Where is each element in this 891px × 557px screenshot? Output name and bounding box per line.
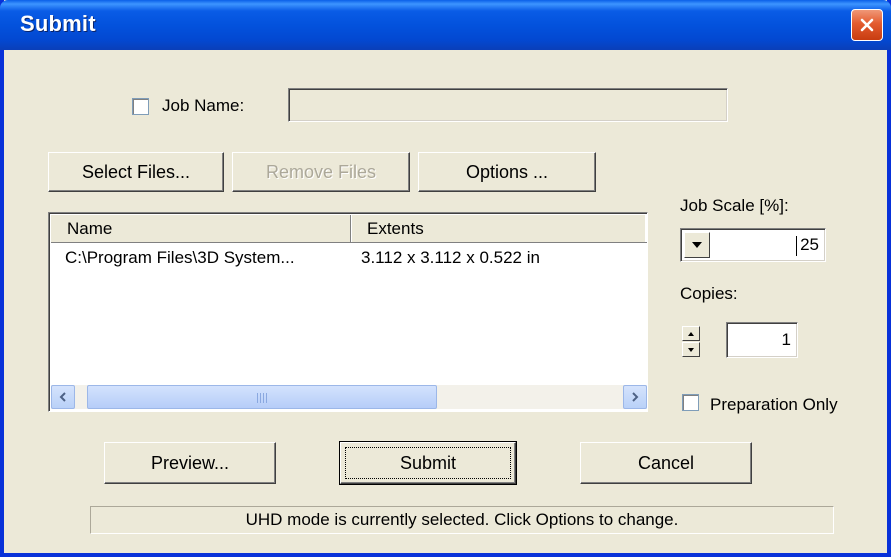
job-name-input[interactable]	[288, 88, 728, 122]
horizontal-scrollbar[interactable]	[51, 385, 647, 409]
preparation-only-label: Preparation Only	[710, 395, 838, 414]
window-title: Submit	[20, 11, 96, 36]
submit-dialog: Submit Job Name: Select Files... Remove …	[0, 0, 891, 557]
scroll-left-button[interactable]	[51, 385, 75, 409]
file-list-header: Name Extents	[51, 215, 647, 243]
copies-value: 1	[781, 330, 791, 349]
column-header-name[interactable]: Name	[51, 215, 351, 243]
cancel-button[interactable]: Cancel	[580, 442, 752, 484]
text-cursor	[796, 236, 797, 256]
column-header-extents[interactable]: Extents	[351, 215, 647, 243]
copies-input[interactable]: 1	[726, 322, 798, 358]
job-scale-combo[interactable]: 25	[680, 228, 826, 262]
status-message: UHD mode is currently selected. Click Op…	[90, 506, 834, 534]
file-list-row[interactable]: C:\Program Files\3D System... 3.112 x 3.…	[51, 245, 647, 271]
scrollbar-thumb[interactable]	[87, 385, 437, 409]
copies-spin-down[interactable]	[682, 342, 700, 357]
scroll-right-button[interactable]	[623, 385, 647, 409]
chevron-down-icon	[692, 242, 702, 248]
submit-button[interactable]: Submit	[339, 441, 517, 485]
file-extents-cell: 3.112 x 3.112 x 0.522 in	[361, 248, 540, 267]
job-scale-value: 25	[800, 235, 819, 254]
close-button[interactable]	[851, 9, 883, 41]
preparation-only-checkbox[interactable]	[682, 394, 699, 411]
focus-rectangle	[345, 447, 511, 479]
file-list[interactable]: Name Extents C:\Program Files\3D System.…	[48, 212, 648, 412]
remove-files-button[interactable]: Remove Files	[232, 152, 410, 192]
title-bar[interactable]: Submit	[0, 0, 891, 50]
job-scale-label: Job Scale [%]:	[680, 196, 789, 215]
select-files-button[interactable]: Select Files...	[48, 152, 224, 192]
scrollbar-grip	[257, 393, 267, 403]
preview-button[interactable]: Preview...	[104, 442, 276, 484]
file-name-cell: C:\Program Files\3D System...	[65, 248, 295, 267]
copies-label: Copies:	[680, 284, 738, 303]
triangle-down-icon	[688, 347, 694, 352]
options-button[interactable]: Options ...	[418, 152, 596, 192]
job-name-checkbox[interactable]	[132, 98, 149, 115]
job-name-label: Job Name:	[162, 96, 245, 115]
chevron-right-icon	[632, 392, 639, 402]
triangle-up-icon	[688, 331, 694, 336]
close-icon	[860, 18, 874, 32]
copies-spin-up[interactable]	[682, 326, 700, 341]
chevron-left-icon	[59, 392, 66, 402]
job-scale-dropdown-button[interactable]	[684, 232, 710, 258]
